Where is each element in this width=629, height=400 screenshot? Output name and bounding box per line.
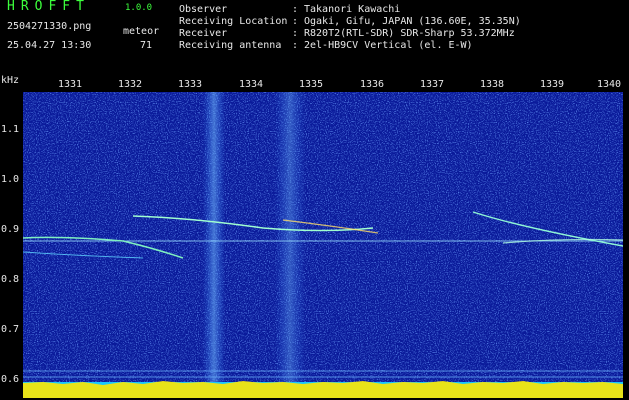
- meta-separator: :: [292, 40, 299, 51]
- time-tick-label: 1333: [178, 79, 203, 90]
- meta-value-observer: Takanori Kawachi: [304, 4, 401, 15]
- meta-label-receiver: Receiver: [179, 28, 228, 39]
- meta-label-location: Receiving Location: [179, 16, 288, 27]
- time-tick-label: 1337: [420, 79, 445, 90]
- file-name: 2504271330.png: [7, 21, 92, 32]
- meta-value-location: Ogaki, Gifu, JAPAN (136.60E, 35.35N): [304, 16, 521, 27]
- time-tick-label: 1332: [118, 79, 143, 90]
- time-tick-label: 1339: [540, 79, 565, 90]
- app-title: HROFFT: [7, 0, 90, 14]
- meta-separator: :: [292, 16, 299, 27]
- freq-tick-label: 0.8: [1, 274, 20, 285]
- time-tick-label: 1338: [480, 79, 505, 90]
- meteor-count: 71: [140, 40, 153, 51]
- meteor-label: meteor: [123, 26, 160, 37]
- meta-value-receiver: R820T2(RTL-SDR) SDR-Sharp 53.372MHz: [304, 28, 515, 39]
- time-tick-label: 1331: [58, 79, 83, 90]
- time-tick-label: 1334: [239, 79, 264, 90]
- meta-label-observer: Observer: [179, 4, 228, 15]
- freq-unit-label: kHz: [1, 75, 20, 86]
- signal-baseline-yellow: [23, 381, 623, 398]
- app-version: 1.0.0: [125, 3, 153, 13]
- time-tick-label: 1340: [597, 79, 622, 90]
- time-tick-label: 1335: [299, 79, 324, 90]
- spectrogram-canvas: [23, 92, 623, 398]
- spectrogram: [23, 78, 623, 398]
- freq-tick-label: 1.1: [1, 124, 20, 135]
- meta-separator: :: [292, 28, 299, 39]
- time-tick-label: 1336: [360, 79, 385, 90]
- interference-band: [203, 92, 225, 398]
- meta-label-antenna: Receiving antenna: [179, 40, 282, 51]
- timestamp: 25.04.27 13:30: [7, 40, 92, 51]
- freq-tick-label: 0.6: [1, 374, 20, 385]
- meta-value-antenna: 2el-HB9CV Vertical (el. E-W): [304, 40, 473, 51]
- interference-band: [275, 92, 305, 398]
- freq-tick-label: 0.7: [1, 324, 20, 335]
- freq-tick-label: 1.0: [1, 174, 20, 185]
- meta-separator: :: [292, 4, 299, 15]
- freq-tick-label: 0.9: [1, 224, 20, 235]
